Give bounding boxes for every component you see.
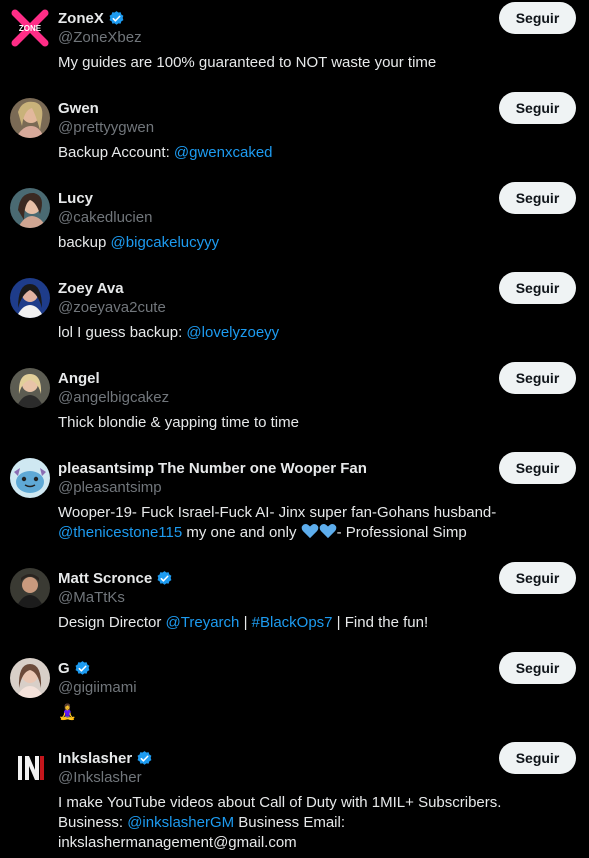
avatar-photo-icon (10, 568, 50, 608)
user-bio: 🧘‍♀️ (58, 703, 573, 723)
bio-mention-link[interactable]: @bigcakelucyyy (111, 234, 220, 251)
follow-button[interactable]: Seguir (499, 362, 576, 394)
blue-heart-icon (319, 523, 336, 539)
avatar-photo-icon (10, 188, 50, 228)
follow-button[interactable]: Seguir (499, 452, 576, 484)
zonex-logo-icon: ZONE (10, 8, 50, 48)
user-name[interactable]: Matt Scronce (58, 570, 152, 587)
avatar[interactable] (10, 278, 50, 318)
follow-button[interactable]: Seguir (499, 652, 576, 684)
follow-button[interactable]: Seguir (499, 562, 576, 594)
avatar-photo-icon (10, 278, 50, 318)
user-name[interactable]: Lucy (58, 190, 93, 207)
follow-button[interactable]: Seguir (499, 92, 576, 124)
meditation-emoji-icon: 🧘‍♀️ (58, 704, 77, 721)
user-handle: @prettyygwen (58, 119, 155, 136)
user-handle: @zoeyava2cute (58, 299, 166, 316)
bio-mention-link[interactable]: @thenicestone115 (58, 524, 182, 541)
user-handle: @pleasantsimp (58, 479, 162, 496)
user-handle: @Inkslasher (58, 769, 142, 786)
avatar[interactable] (10, 458, 50, 498)
bio-hashtag-link[interactable]: #BlackOps7 (252, 614, 333, 631)
user-handle: @ZoneXbez (58, 29, 142, 46)
avatar[interactable]: ZONE (10, 8, 50, 48)
user-handle: @MaTtKs (58, 589, 125, 606)
avatar-photo-icon (10, 98, 50, 138)
follow-button[interactable]: Seguir (499, 182, 576, 214)
svg-text:ZONE: ZONE (19, 24, 42, 33)
bio-mention-link[interactable]: @gwenxcaked (174, 144, 273, 161)
user-bio: Wooper-19- Fuck Israel-Fuck AI- Jinx sup… (58, 504, 497, 541)
who-to-follow-list: ZONE ZoneX @ZoneXbez My guides are 100% … (0, 0, 589, 858)
user-bio: I make YouTube videos about Call of Duty… (58, 794, 502, 851)
follow-button[interactable]: Seguir (499, 2, 576, 34)
bio-mention-link[interactable]: @Treyarch (166, 614, 240, 631)
user-name[interactable]: Inkslasher (58, 750, 132, 767)
user-bio: backup @bigcakelucyyy (58, 234, 220, 251)
verified-badge-icon (157, 570, 172, 585)
avatar-photo-icon (10, 658, 50, 698)
avatar[interactable] (10, 188, 50, 228)
user-name[interactable]: Angel (58, 370, 100, 387)
user-bio: Backup Account: @gwenxcaked (58, 144, 273, 161)
user-bio: My guides are 100% guaranteed to NOT was… (58, 54, 437, 71)
avatar[interactable] (10, 368, 50, 408)
user-handle: @gigiimami (58, 679, 137, 696)
user-bio: lol I guess backup: @lovelyzoeyy (58, 324, 280, 341)
follow-button[interactable]: Seguir (499, 742, 576, 774)
verified-badge-icon (75, 660, 90, 675)
avatar-photo-icon (10, 368, 50, 408)
inkslasher-logo-icon (10, 748, 50, 788)
avatar[interactable] (10, 748, 50, 788)
user-name[interactable]: Zoey Ava (58, 280, 124, 297)
user-name[interactable]: pleasantsimp The Number one Wooper Fan (58, 460, 367, 477)
avatar[interactable] (10, 568, 50, 608)
user-handle: @angelbigcakez (58, 389, 170, 406)
verified-badge-icon (137, 750, 152, 765)
bio-mention-link[interactable]: @inkslasherGM (127, 814, 234, 831)
verified-badge-icon (109, 10, 124, 25)
blue-heart-icon (301, 523, 318, 539)
user-handle: @cakedlucien (58, 209, 153, 226)
user-name[interactable]: Gwen (58, 100, 99, 117)
avatar[interactable] (10, 658, 50, 698)
user-name[interactable]: G (58, 660, 70, 677)
user-name[interactable]: ZoneX (58, 10, 104, 27)
follow-button[interactable]: Seguir (499, 272, 576, 304)
avatar[interactable] (10, 98, 50, 138)
bio-mention-link[interactable]: @lovelyzoeyy (186, 324, 279, 341)
user-bio: Thick blondie & yapping time to time (58, 414, 299, 431)
wooper-avatar-icon (10, 458, 50, 498)
user-bio: Design Director @Treyarch | #BlackOps7 |… (58, 614, 429, 631)
